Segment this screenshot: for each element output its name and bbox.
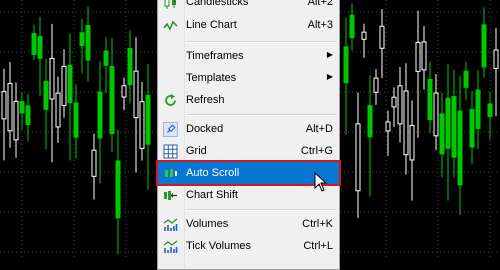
mouse-cursor-icon — [314, 172, 328, 192]
candle-body — [67, 64, 73, 104]
candle-body — [373, 77, 379, 93]
candle-body — [91, 149, 97, 177]
candle-body — [481, 24, 487, 68]
candle-body — [493, 49, 499, 69]
menu-item-label: Line Chart — [186, 19, 237, 31]
volumes-icon — [163, 218, 178, 231]
candle-body — [1, 91, 7, 120]
candle-body — [475, 89, 481, 130]
menu-item-label: Candlesticks — [186, 0, 249, 8]
chart-context-menu: Candlesticks Alt+2 Line Chart Alt+3 Time… — [156, 0, 341, 270]
menu-item-label: Timeframes — [186, 50, 244, 62]
menu-item-label: Auto Scroll — [186, 167, 240, 179]
candle-body — [145, 94, 151, 145]
menu-separator — [186, 209, 336, 211]
candle-body — [127, 47, 133, 86]
candle-body — [415, 42, 421, 72]
candle-body — [85, 25, 91, 61]
menu-item-label: Volumes — [186, 218, 229, 230]
menu-item-label: Docked — [186, 123, 224, 135]
auto-scroll-icon — [165, 169, 177, 177]
menu-item-templates[interactable]: Templates ▶ — [158, 67, 339, 89]
menu-item-volumes[interactable]: Volumes Ctrl+K — [158, 213, 339, 235]
candlestick-icon — [164, 0, 176, 9]
candle-body — [361, 31, 367, 40]
menu-item-candlesticks[interactable]: Candlesticks Alt+2 — [158, 0, 339, 13]
candle-body — [445, 97, 451, 149]
candle-body — [457, 110, 463, 186]
candle-body — [451, 95, 457, 158]
menu-item-shortcut: Alt+D — [305, 123, 333, 135]
submenu-arrow-icon: ▶ — [326, 50, 333, 59]
candle-body — [19, 101, 25, 114]
menu-item-shortcut: Alt+3 — [307, 19, 333, 31]
menu-item-shortcut: Ctrl+K — [302, 218, 333, 230]
candle-body — [31, 33, 37, 55]
candle-body — [55, 92, 61, 128]
tick-volumes-icon — [163, 240, 178, 253]
menu-item-label: Grid — [186, 145, 207, 157]
candle-body — [121, 85, 127, 98]
candle-body — [139, 101, 145, 149]
candle-body — [427, 78, 433, 121]
menu-item-auto-scroll[interactable]: Auto Scroll — [156, 160, 341, 186]
menu-item-docked[interactable]: Docked Alt+D — [158, 118, 339, 140]
refresh-icon — [165, 94, 176, 106]
menu-item-label: Refresh — [186, 94, 225, 106]
candle-body — [367, 105, 373, 138]
candle-body — [487, 103, 493, 118]
candle-body — [13, 100, 19, 141]
menu-separator — [186, 41, 336, 43]
candle-body — [109, 65, 115, 135]
candle-body — [43, 80, 49, 111]
candle-body — [49, 57, 55, 100]
candle-body — [421, 41, 427, 71]
candle-body — [103, 50, 109, 66]
candle-body — [433, 92, 439, 137]
candle-body — [79, 32, 85, 47]
candle-body — [115, 160, 121, 219]
candle-body — [343, 46, 349, 84]
grid-icon — [163, 144, 178, 159]
menu-item-timeframes[interactable]: Timeframes ▶ — [158, 45, 339, 67]
menu-item-label: Templates — [186, 72, 237, 84]
candle-body — [355, 123, 361, 192]
candle-body — [463, 70, 469, 88]
menu-item-refresh[interactable]: Refresh — [158, 89, 339, 111]
candle-body — [25, 105, 31, 126]
menu-item-grid[interactable]: Grid Ctrl+G — [158, 140, 339, 162]
menu-item-chart-shift[interactable]: Chart Shift — [158, 184, 339, 206]
menu-item-label: Tick Volumes — [186, 240, 252, 252]
candle-body — [391, 96, 397, 108]
candle-body — [379, 25, 385, 49]
menu-item-shortcut: Ctrl+L — [303, 240, 333, 252]
menu-item-line-chart[interactable]: Line Chart Alt+3 — [158, 14, 339, 36]
menu-item-label: Chart Shift — [186, 189, 238, 201]
candle-body — [403, 90, 409, 156]
candle-body — [61, 65, 67, 106]
menu-item-shortcut: Alt+2 — [307, 0, 333, 8]
candle-body — [37, 36, 43, 59]
pin-icon — [163, 122, 178, 137]
candle-body — [97, 91, 103, 139]
submenu-arrow-icon: ▶ — [326, 72, 333, 81]
candle-body — [349, 14, 355, 39]
menu-item-tick-volumes[interactable]: Tick Volumes Ctrl+L — [158, 235, 339, 257]
candle-body — [7, 82, 13, 132]
candle-body — [409, 124, 415, 161]
candle-body — [385, 121, 391, 132]
candle-body — [439, 113, 445, 155]
candle-body — [133, 70, 139, 119]
line-chart-icon — [163, 20, 178, 31]
candle-body — [469, 109, 475, 148]
menu-separator — [186, 114, 336, 116]
candle-body — [397, 85, 403, 125]
candle-body — [73, 102, 79, 138]
menu-item-shortcut: Ctrl+G — [300, 145, 333, 157]
chart-shift-icon — [164, 191, 177, 200]
